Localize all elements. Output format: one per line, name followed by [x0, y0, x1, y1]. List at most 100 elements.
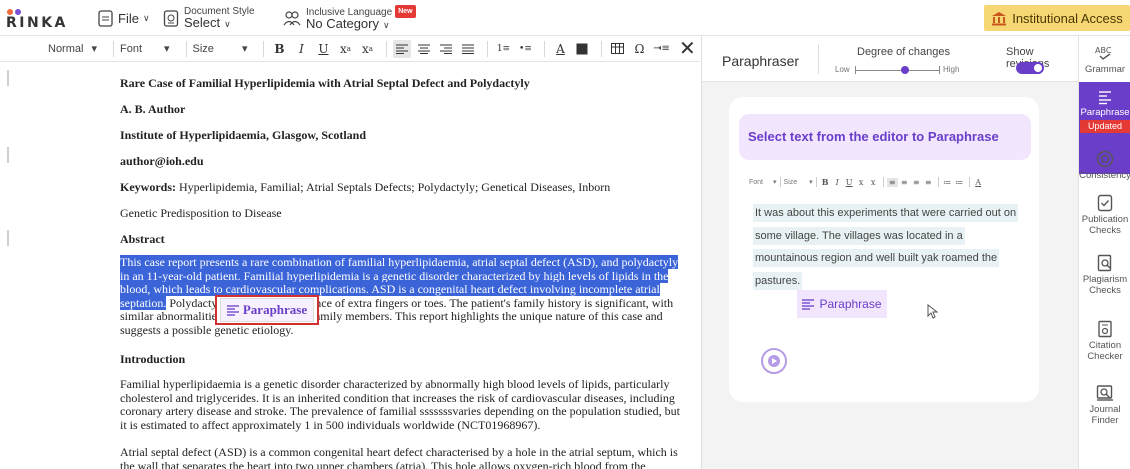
document-style-icon: [163, 9, 179, 27]
degree-of-changes-slider[interactable]: Low High: [835, 63, 965, 77]
updated-badge: Updated: [1080, 120, 1130, 133]
underline-icon[interactable]: U: [314, 40, 332, 58]
paraphraser-panel: Paraphraser Degree of changes Low High S…: [701, 36, 1079, 469]
sidebar-item-citation-checker[interactable]: Citation Checker: [1079, 320, 1130, 362]
sidebar-item-label: Journal Finder: [1089, 404, 1121, 426]
play-button[interactable]: [761, 348, 787, 374]
bullet-list-icon[interactable]: •≡: [516, 40, 534, 58]
subscript-icon[interactable]: x: [856, 178, 867, 187]
mini-size-select[interactable]: Size: [784, 179, 798, 186]
numbered-list-icon[interactable]: ≔: [942, 178, 953, 187]
sidebar-item-label: Consistency: [1079, 170, 1130, 181]
citation-icon: [1098, 320, 1112, 338]
slider-track[interactable]: [855, 70, 939, 71]
subscript-icon[interactable]: xa: [336, 40, 354, 58]
inclusive-language-select[interactable]: Inclusive Language New No Category ∨: [283, 5, 416, 31]
document-keywords: Keywords: Hyperlipidemia, Familial; Atri…: [120, 180, 680, 195]
keywords-value: Hyperlipidemia, Familial; Atrial Septals…: [179, 180, 611, 194]
slider-knob[interactable]: [901, 66, 910, 74]
inline-paraphrase-button[interactable]: Paraphrase: [215, 295, 319, 325]
align-justify-icon[interactable]: [459, 40, 477, 58]
size-select[interactable]: Size ▾: [193, 42, 248, 56]
paraphraser-header: Paraphraser Degree of changes Low High S…: [702, 36, 1079, 82]
underline-icon[interactable]: U: [844, 178, 855, 187]
indent-icon[interactable]: ⇥≡: [652, 40, 670, 58]
abstract-heading: Abstract: [120, 232, 165, 246]
bold-icon[interactable]: B: [820, 177, 831, 187]
sidebar-item-consistency[interactable]: Consistency: [1079, 150, 1130, 181]
paraphrase-sample-text[interactable]: It was about this experiments that were …: [753, 202, 1019, 292]
document-style-value: Select: [184, 15, 221, 30]
table-icon[interactable]: [608, 40, 626, 58]
sample-text: It was about this experiments that were …: [753, 204, 1019, 290]
toolbar-divider: [263, 40, 265, 57]
close-icon[interactable]: ✕: [679, 39, 696, 59]
sidebar-item-label: Publication Checks: [1081, 214, 1129, 236]
slider-tick: [855, 66, 856, 74]
institutional-access-button[interactable]: Institutional Access: [984, 5, 1130, 31]
paraphrase-button[interactable]: Paraphrase: [797, 290, 887, 318]
superscript-icon[interactable]: x: [868, 178, 879, 187]
sidebar-item-journal-finder[interactable]: Journal Finder: [1079, 384, 1130, 426]
caret-down-icon: ▾: [773, 179, 777, 186]
bold-icon[interactable]: B: [270, 40, 288, 58]
bullet-list-icon[interactable]: ≔: [954, 178, 965, 187]
align-left-icon[interactable]: [393, 39, 412, 58]
publication-checks-icon: [1097, 194, 1113, 212]
align-center-icon[interactable]: ≡: [899, 178, 910, 187]
introduction-paragraph: Familial hyperlipidaemia is a genetic di…: [120, 377, 680, 432]
mouse-cursor-icon: [927, 304, 938, 319]
font-color-icon[interactable]: A: [551, 40, 569, 58]
slider-tick: [939, 66, 940, 74]
document-editor[interactable]: Rare Case of Familial Hyperlipidemia wit…: [0, 62, 700, 469]
font-color-icon[interactable]: A: [973, 178, 984, 187]
special-character-icon[interactable]: Ω: [630, 40, 648, 58]
paraphrase-icon: [226, 304, 239, 316]
paraphrase-button-label: Paraphrase: [819, 297, 882, 311]
font-select[interactable]: Font ▾: [120, 42, 170, 56]
new-badge: New: [395, 5, 416, 18]
align-center-icon[interactable]: [415, 40, 433, 58]
toolbar-divider: [968, 177, 970, 187]
introduction-heading: Introduction: [120, 352, 186, 366]
numbered-list-icon[interactable]: 1≡: [494, 40, 512, 58]
toolbar-divider: [937, 177, 939, 187]
rinka-logo[interactable]: RINKA: [6, 3, 66, 33]
document-email: author@ioh.edu: [120, 154, 204, 168]
toolbar-divider: [112, 40, 114, 57]
superscript-icon[interactable]: xa: [358, 40, 376, 58]
abc-check-icon: ABC: [1095, 46, 1112, 60]
italic-icon[interactable]: I: [832, 178, 843, 187]
margin-marker: [7, 147, 9, 163]
align-right-icon[interactable]: ≡: [911, 178, 922, 187]
toolbar-divider: [487, 40, 489, 57]
play-icon: [768, 355, 780, 367]
logo-text: RINKA: [6, 15, 68, 31]
toolbar-divider: [185, 40, 187, 57]
highlight-color-icon[interactable]: [573, 40, 591, 58]
file-menu-button[interactable]: File ∨: [98, 5, 150, 31]
align-right-icon[interactable]: [437, 40, 455, 58]
consistency-icon: [1096, 150, 1114, 168]
inline-paraphrase-chip[interactable]: Paraphrase: [219, 298, 315, 322]
sidebar-item-publication-checks[interactable]: Publication Checks: [1079, 194, 1130, 236]
paraphrase-icon: [802, 298, 815, 310]
mini-format-toolbar: Font ▾ Size ▾ B I U x x ≡ ≡ ≡ ≡ ≔ ≔ A: [749, 173, 1029, 191]
file-menu-label: File: [118, 10, 139, 26]
sidebar-item-plagiarism-checks[interactable]: Plagiarism Checks: [1079, 254, 1130, 296]
paragraph-style-select[interactable]: Normal ▾: [48, 42, 97, 56]
align-justify-icon[interactable]: ≡: [923, 178, 934, 187]
journal-finder-icon: [1096, 385, 1113, 401]
sidebar-item-grammar[interactable]: ABC Grammar: [1079, 44, 1130, 75]
document-keywords-line2: Genetic Predisposition to Disease: [120, 206, 282, 220]
institutional-access-label: Institutional Access: [1012, 10, 1123, 26]
mini-font-select[interactable]: Font: [749, 179, 763, 186]
paraphraser-card: Select text from the editor to Paraphras…: [729, 97, 1039, 402]
document-style-select[interactable]: Document Style Select ∨: [163, 5, 255, 31]
abstract-rest-text: Polydactyly refers to the presence of ex…: [120, 295, 674, 337]
italic-icon[interactable]: I: [292, 40, 310, 58]
align-left-icon[interactable]: ≡: [886, 177, 898, 187]
show-revisions-toggle[interactable]: [1016, 62, 1044, 74]
caret-down-icon: ▾: [809, 179, 813, 186]
sidebar-item-label: Plagiarism Checks: [1082, 274, 1128, 296]
